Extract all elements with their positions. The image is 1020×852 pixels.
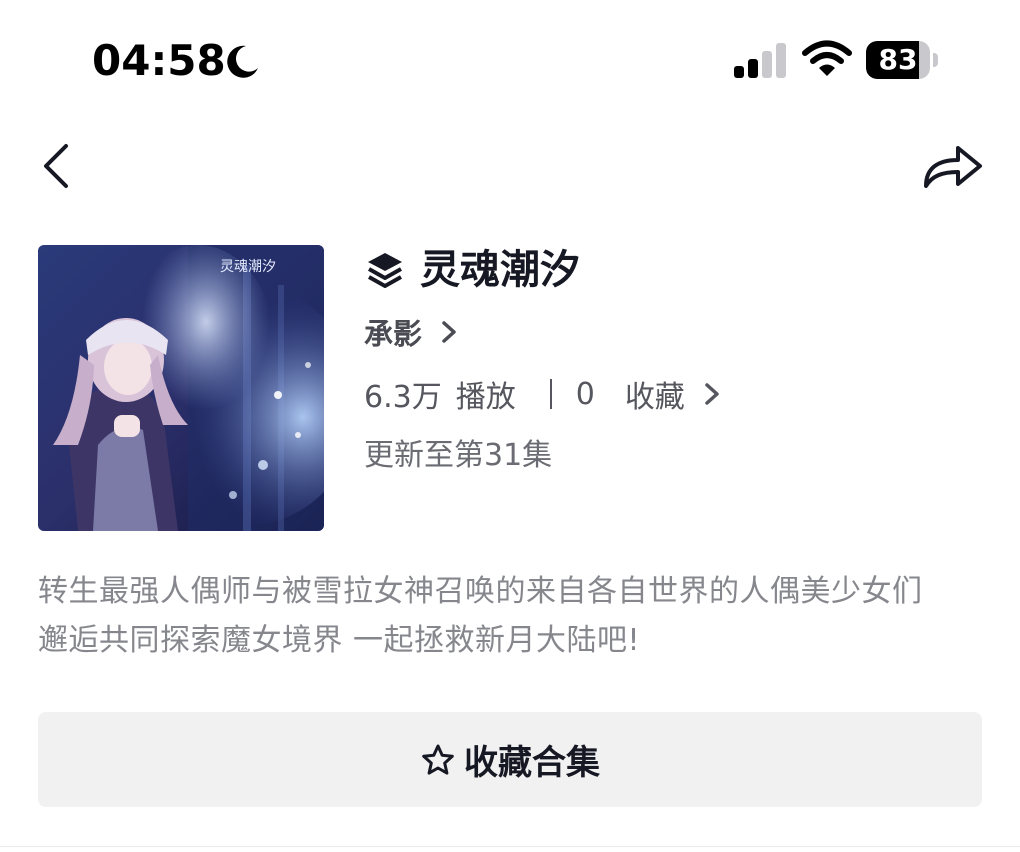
chevron-right-icon bbox=[705, 383, 719, 405]
bottom-divider bbox=[0, 846, 1020, 847]
stats-row: 6.3万 播放 0 收藏 bbox=[364, 370, 723, 418]
author-link[interactable]: 承影 bbox=[364, 308, 460, 356]
cellular-signal-icon bbox=[734, 43, 786, 78]
collect-button-label: 收藏合集 bbox=[464, 743, 600, 783]
battery-level: 83 bbox=[878, 43, 918, 76]
cover-title-text: 灵魂潮汐 bbox=[220, 259, 276, 275]
battery-indicator: 83 bbox=[866, 41, 938, 79]
chevron-right-icon bbox=[442, 321, 456, 343]
back-button[interactable] bbox=[30, 136, 80, 196]
play-count: 6.3万 bbox=[364, 380, 442, 415]
play-count-label: 播放 bbox=[455, 380, 516, 415]
status-time: 04:58 bbox=[92, 36, 226, 85]
moon-icon bbox=[227, 45, 258, 78]
status-bar: 04:58 83 bbox=[0, 0, 1020, 120]
collect-collection-button[interactable]: 收藏合集 bbox=[38, 712, 982, 807]
star-icon bbox=[422, 744, 454, 775]
favorite-count: 0 bbox=[575, 376, 595, 412]
chevron-left-icon bbox=[44, 144, 68, 188]
update-status: 更新至第31集 bbox=[364, 438, 553, 473]
stats-divider bbox=[549, 379, 552, 409]
collection-cover-image[interactable]: 灵魂潮汐 bbox=[38, 245, 324, 531]
favorite-count-label: 收藏 bbox=[624, 380, 685, 415]
description-line: 转生最强人偶师与被雪拉女神召唤的来自各自世界的人偶美少女们 bbox=[38, 574, 923, 609]
author-name: 承影 bbox=[364, 317, 423, 351]
favorites-link[interactable]: 0 收藏 bbox=[576, 372, 723, 416]
collection-description: 转生最强人偶师与被雪拉女神召唤的来自各自世界的人偶美少女们 邂逅共同探索魔女境界… bbox=[38, 567, 982, 665]
share-button[interactable] bbox=[918, 136, 988, 196]
collection-title-row: 灵魂潮汐 bbox=[364, 240, 580, 300]
description-line: 邂逅共同探索魔女境界 一起拯救新月大陆吧! bbox=[38, 623, 641, 658]
collection-title: 灵魂潮汐 bbox=[420, 247, 580, 293]
wifi-icon bbox=[802, 40, 852, 76]
share-arrow-icon bbox=[924, 146, 982, 188]
layers-icon bbox=[368, 253, 402, 288]
